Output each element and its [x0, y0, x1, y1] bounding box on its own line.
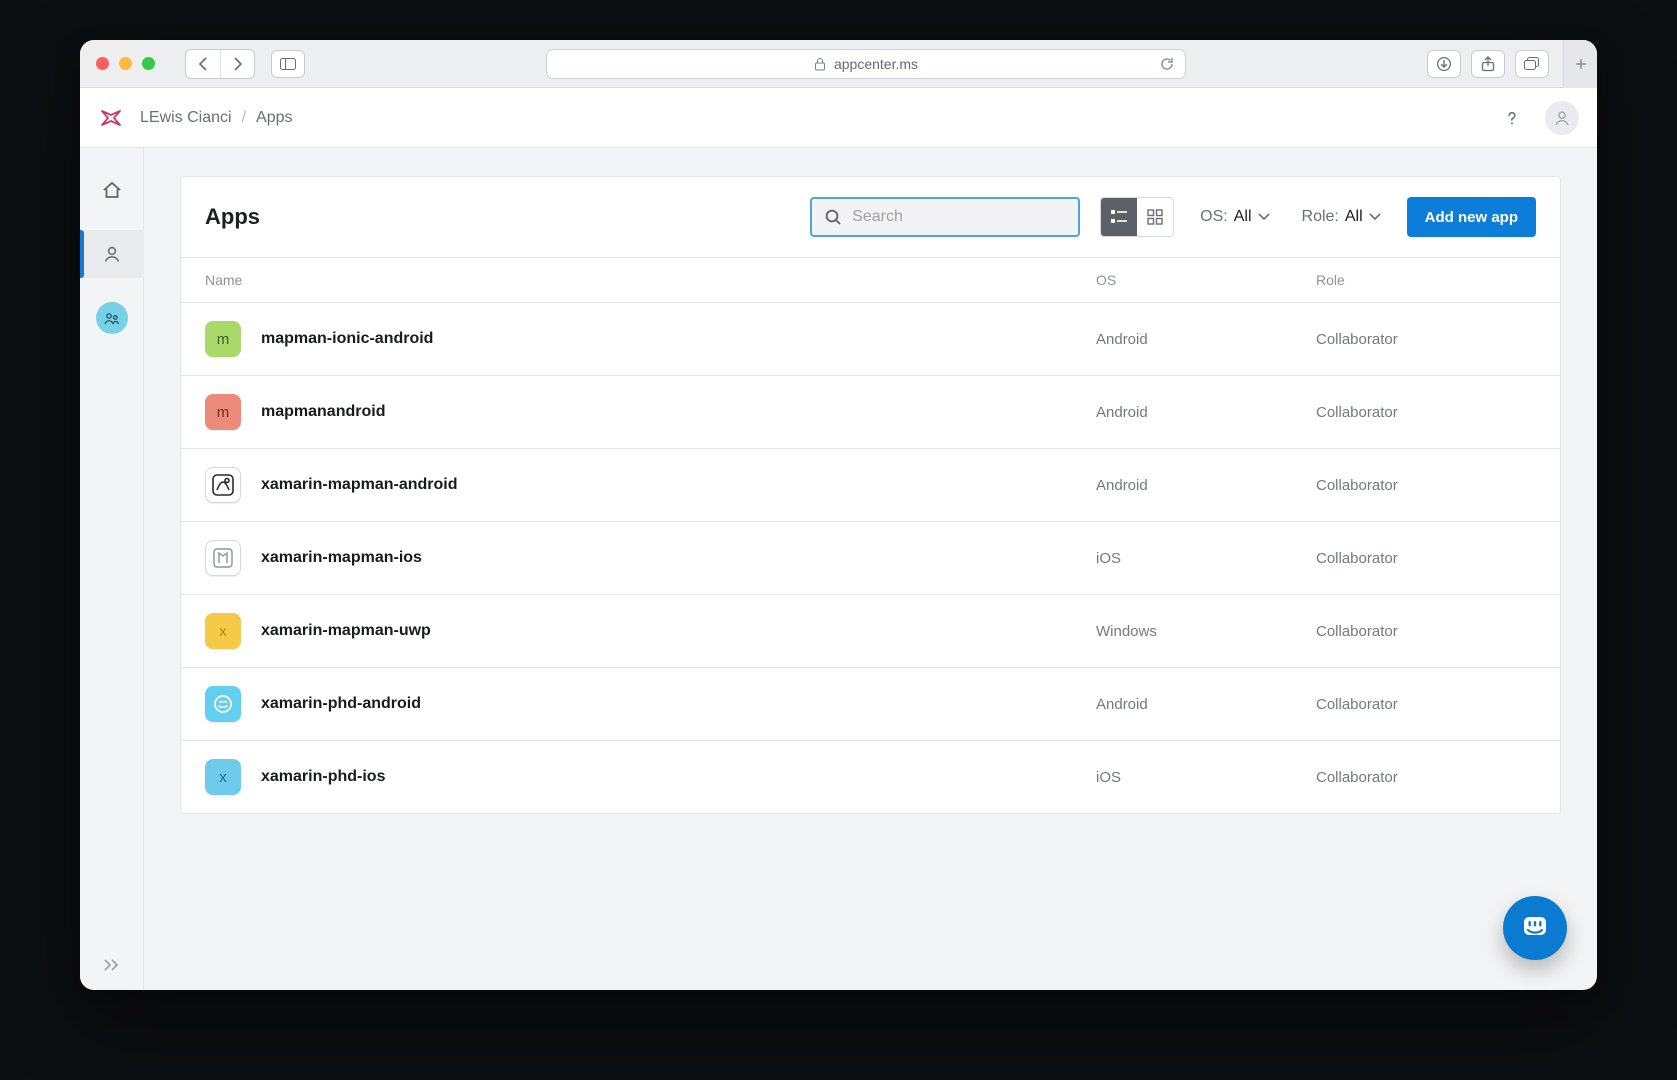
account-avatar[interactable] — [1545, 101, 1579, 135]
appcenter-logo-icon[interactable] — [98, 105, 124, 131]
app-os: Android — [1096, 404, 1316, 421]
table-header: Name OS Role — [181, 257, 1560, 303]
os-filter[interactable]: OS: All — [1194, 200, 1275, 234]
app-name: xamarin-mapman-ios — [261, 549, 422, 567]
app-icon: x — [205, 759, 241, 795]
share-button[interactable] — [1471, 50, 1505, 78]
expand-nav-button[interactable] — [102, 958, 122, 972]
app-name: mapmanandroid — [261, 403, 385, 421]
app-os: iOS — [1096, 769, 1316, 786]
window-controls — [96, 57, 155, 70]
nav-back-forward — [185, 49, 255, 79]
address-bar[interactable]: appcenter.ms — [546, 49, 1186, 79]
zoom-window-button[interactable] — [142, 57, 155, 70]
app-icon — [205, 467, 241, 503]
role-filter[interactable]: Role: All — [1296, 200, 1387, 234]
downloads-button[interactable] — [1427, 50, 1461, 78]
col-role[interactable]: Role — [1316, 272, 1536, 288]
left-nav — [80, 148, 144, 990]
app-icon: x — [205, 613, 241, 649]
role-filter-label: Role: — [1302, 208, 1339, 226]
nav-user[interactable] — [80, 230, 144, 278]
breadcrumb-separator: / — [242, 109, 246, 127]
app-name: xamarin-phd-android — [261, 695, 421, 713]
app-icon: m — [205, 321, 241, 357]
app-os: Windows — [1096, 623, 1316, 640]
browser-titlebar: appcenter.ms — [80, 40, 1597, 88]
view-toggle — [1100, 197, 1174, 237]
breadcrumb-section[interactable]: Apps — [256, 109, 292, 127]
intercom-launcher[interactable] — [1503, 896, 1567, 960]
app-os: iOS — [1096, 550, 1316, 567]
col-name[interactable]: Name — [205, 272, 1096, 288]
role-filter-value: All — [1345, 208, 1363, 226]
minimize-window-button[interactable] — [119, 57, 132, 70]
chevron-down-icon — [1258, 213, 1270, 221]
apps-panel: Apps Search — [180, 176, 1561, 814]
table-row[interactable]: xamarin-mapman-ios iOSCollaborator — [181, 522, 1560, 595]
page-title: Apps — [205, 204, 260, 230]
add-new-app-button[interactable]: Add new app — [1407, 197, 1536, 237]
app-role: Collaborator — [1316, 477, 1536, 494]
forward-button[interactable] — [220, 50, 254, 78]
lock-icon — [814, 57, 826, 71]
chevron-down-icon — [1369, 213, 1381, 221]
list-view-button[interactable] — [1101, 198, 1137, 236]
reload-icon[interactable] — [1159, 56, 1175, 72]
grid-view-button[interactable] — [1137, 198, 1173, 236]
app-icon — [205, 686, 241, 722]
app-os: Android — [1096, 331, 1316, 348]
col-os[interactable]: OS — [1096, 272, 1316, 288]
table-row[interactable]: m mapmanandroid AndroidCollaborator — [181, 376, 1560, 449]
app-name: mapman-ionic-android — [261, 330, 433, 348]
app-name: xamarin-mapman-uwp — [261, 622, 431, 640]
back-button[interactable] — [186, 50, 220, 78]
app-icon: m — [205, 394, 241, 430]
search-icon — [824, 208, 852, 226]
content-area: Apps Search — [144, 148, 1597, 990]
table-row[interactable]: m mapman-ionic-android AndroidCollaborator — [181, 303, 1560, 376]
app-role: Collaborator — [1316, 404, 1536, 421]
breadcrumb-user[interactable]: LEwis Cianci — [140, 109, 232, 127]
app-icon — [205, 540, 241, 576]
apps-table-body: mmapman-ionic-androidAndroidCollaborator… — [181, 303, 1560, 813]
app-header: LEwis Cianci / Apps — [80, 88, 1597, 148]
os-filter-value: All — [1234, 208, 1252, 226]
table-row[interactable]: x xamarin-phd-ios iOSCollaborator — [181, 741, 1560, 813]
breadcrumb: LEwis Cianci / Apps — [140, 109, 293, 127]
browser-window: appcenter.ms — [80, 40, 1597, 990]
address-bar-text: appcenter.ms — [834, 56, 918, 72]
app-name: xamarin-phd-ios — [261, 768, 385, 786]
nav-home[interactable] — [80, 166, 144, 214]
help-button[interactable] — [1495, 101, 1529, 135]
app-os: Android — [1096, 477, 1316, 494]
search-placeholder: Search — [852, 208, 903, 226]
app-role: Collaborator — [1316, 623, 1536, 640]
app-os: Android — [1096, 696, 1316, 713]
app-role: Collaborator — [1316, 331, 1536, 348]
os-filter-label: OS: — [1200, 208, 1228, 226]
new-tab-button[interactable] — [1563, 40, 1597, 88]
table-row[interactable]: xamarin-mapman-android AndroidCollaborato… — [181, 449, 1560, 522]
table-row[interactable]: xamarin-phd-android AndroidCollaborator — [181, 668, 1560, 741]
nav-org[interactable] — [80, 294, 144, 342]
app-role: Collaborator — [1316, 769, 1536, 786]
close-window-button[interactable] — [96, 57, 109, 70]
app-role: Collaborator — [1316, 696, 1536, 713]
add-new-app-label: Add new app — [1425, 209, 1518, 226]
table-row[interactable]: x xamarin-mapman-uwp WindowsCollaborator — [181, 595, 1560, 668]
app-name: xamarin-mapman-android — [261, 476, 457, 494]
sidebar-toggle-button[interactable] — [271, 50, 305, 78]
app-role: Collaborator — [1316, 550, 1536, 567]
tabs-button[interactable] — [1515, 50, 1549, 78]
search-input[interactable]: Search — [810, 197, 1080, 237]
